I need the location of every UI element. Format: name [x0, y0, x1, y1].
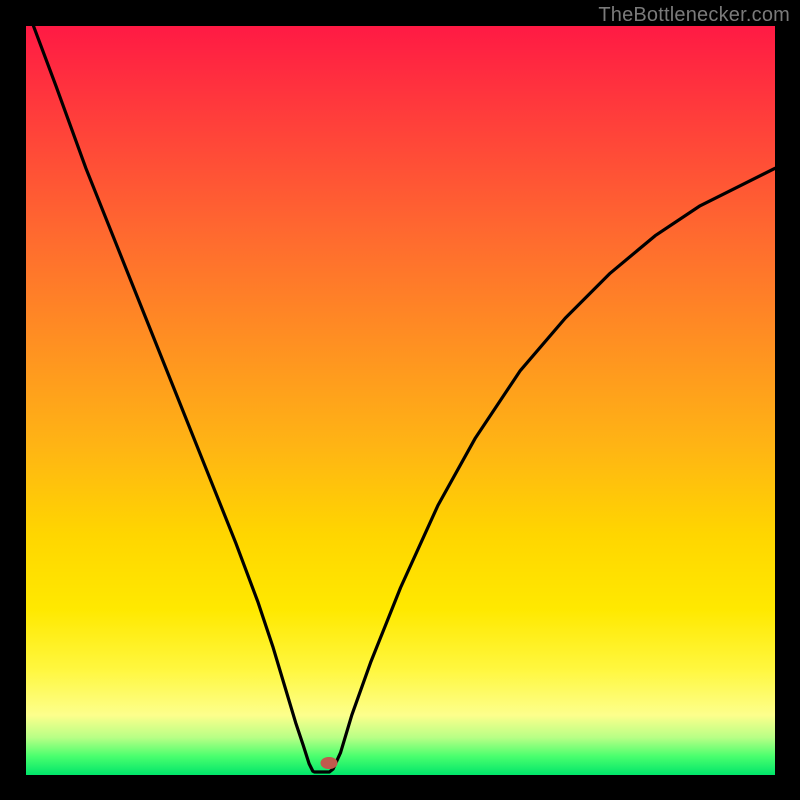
plot-area [26, 26, 775, 775]
watermark-text: TheBottlenecker.com [598, 4, 790, 27]
optimal-point-marker [321, 757, 338, 769]
bottleneck-curve [33, 26, 775, 772]
curve-svg [26, 26, 775, 775]
chart-container: TheBottlenecker.com [0, 0, 800, 800]
